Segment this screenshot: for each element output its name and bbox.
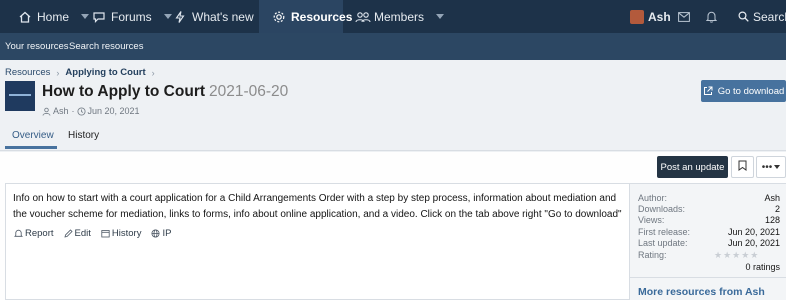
nav-whats-new-label: What's new <box>192 9 254 24</box>
post-actions: Report Edit History IP <box>14 228 181 239</box>
nav-resources[interactable]: Resources <box>259 0 352 33</box>
ip-action[interactable]: IP <box>151 228 171 239</box>
edit-action[interactable]: Edit <box>63 228 91 239</box>
breadcrumb-applying-to-court[interactable]: Applying to Court <box>65 67 145 78</box>
info-value: 128 <box>764 215 780 225</box>
more-options-label: ••• <box>761 161 773 173</box>
envelope-icon <box>678 11 690 22</box>
rating-stars: ★★★★★ <box>714 250 760 260</box>
sidebar-divider <box>630 277 786 278</box>
bolt-icon <box>173 10 187 24</box>
history-icon <box>101 229 110 238</box>
post-update-label: Post an update <box>660 161 725 173</box>
user-name: Ash <box>648 9 671 24</box>
bell-icon <box>14 229 23 238</box>
resource-icon <box>5 81 35 111</box>
alerts-button[interactable] <box>706 0 717 33</box>
pencil-icon <box>63 229 73 238</box>
nav-forums-label: Forums <box>111 9 152 24</box>
go-to-download-button[interactable]: Go to download <box>701 80 786 102</box>
resource-version: 2021-06-20 <box>209 83 289 100</box>
tab-overview[interactable]: Overview <box>12 130 54 141</box>
resource-title: How to Apply to Court <box>42 83 206 100</box>
resource-author[interactable]: Ash <box>53 106 69 116</box>
info-label: Rating: <box>638 250 667 260</box>
nav-home-label: Home <box>37 9 70 24</box>
info-value[interactable]: Ash <box>764 193 780 203</box>
chat-icon <box>92 10 106 24</box>
bell-icon <box>706 11 717 23</box>
avatar <box>630 9 644 24</box>
resource-description: Info on how to start with a court applic… <box>13 193 622 220</box>
home-icon <box>18 10 32 24</box>
info-label: Downloads: <box>638 204 686 214</box>
go-to-download-label: Go to download <box>717 85 785 97</box>
search-label: Search <box>753 9 786 24</box>
search-button[interactable]: Search <box>738 0 786 33</box>
breadcrumb: Resources › Applying to Court › <box>5 67 161 78</box>
users-icon <box>355 10 371 24</box>
nav-members[interactable]: Members <box>355 0 445 33</box>
inbox-button[interactable] <box>678 0 690 33</box>
page-title: How to Apply to Court 2021-06-20 <box>42 83 288 101</box>
report-action[interactable]: Report <box>14 228 54 239</box>
report-label: Report <box>25 228 54 239</box>
chevron-right-icon: › <box>151 67 155 78</box>
chevron-down-icon[interactable] <box>163 14 172 19</box>
nav-resources-label: Resources <box>291 9 353 24</box>
history-label: History <box>111 228 142 239</box>
chevron-down-icon[interactable] <box>436 14 445 19</box>
nav-members-label: Members <box>374 9 425 24</box>
bookmark-button[interactable] <box>731 156 754 178</box>
gear-icon <box>272 10 286 24</box>
resource-meta: Ash · Jun 20, 2021 <box>42 106 140 116</box>
sub-navigation: Your resources Search resources <box>0 33 786 60</box>
chevron-right-icon: › <box>56 67 60 78</box>
subnav-search-resources[interactable]: Search resources <box>69 41 143 52</box>
ratings-count: 0 ratings <box>745 262 780 272</box>
tab-bar: Overview History <box>0 124 786 150</box>
divider <box>0 150 786 151</box>
breadcrumb-resources[interactable]: Resources <box>5 67 50 78</box>
chevron-down-icon <box>774 165 781 169</box>
info-value: Jun 20, 2021 <box>727 238 780 248</box>
info-label: Last update: <box>638 238 688 248</box>
info-label: Author: <box>638 193 668 203</box>
top-navigation: Home Forums What's new Resources Members… <box>0 0 786 33</box>
ip-label: IP <box>162 228 172 239</box>
bookmark-icon <box>738 160 747 174</box>
nav-home[interactable]: Home <box>18 0 90 33</box>
post-update-button[interactable]: Post an update <box>657 156 728 178</box>
search-icon <box>738 11 749 22</box>
edit-label: Edit <box>74 228 91 239</box>
chevron-down-icon[interactable] <box>81 14 90 19</box>
globe-icon <box>151 229 160 238</box>
resource-date[interactable]: Jun 20, 2021 <box>88 106 140 116</box>
user-menu[interactable]: Ash <box>630 0 671 33</box>
active-tab-indicator <box>5 146 57 149</box>
info-value: Jun 20, 2021 <box>727 227 780 237</box>
info-label: First release: <box>638 227 691 237</box>
more-resources-link[interactable]: More resources from Ash <box>638 286 765 298</box>
info-value: 2 <box>774 204 780 214</box>
nav-forums[interactable]: Forums <box>92 0 172 33</box>
external-link-icon <box>703 86 713 96</box>
clock-icon <box>76 106 86 116</box>
more-options-button[interactable]: ••• <box>756 156 786 178</box>
tab-history[interactable]: History <box>68 130 99 141</box>
subnav-your-resources[interactable]: Your resources <box>5 41 69 52</box>
user-icon <box>42 107 51 116</box>
info-label: Views: <box>638 215 665 225</box>
history-action[interactable]: History <box>101 228 142 239</box>
